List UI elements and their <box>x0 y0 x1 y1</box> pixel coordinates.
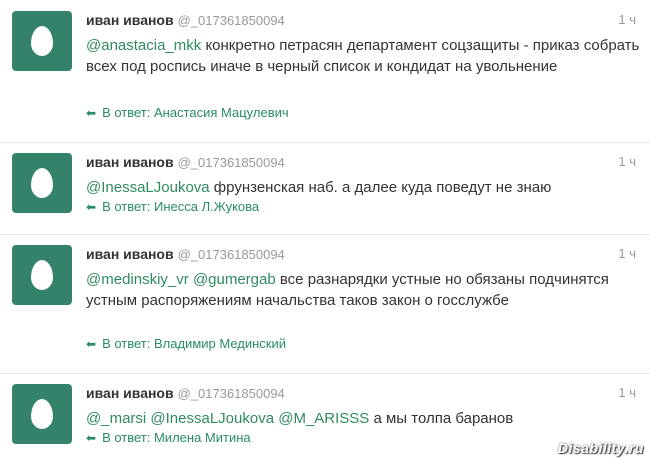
user-name[interactable]: иван иванов <box>86 246 174 262</box>
tweet: иван иванов @_017361850094 1 ч @InessaLJo… <box>0 142 650 235</box>
watermark: Disability.ru <box>557 440 644 456</box>
egg-avatar-icon[interactable] <box>12 153 72 213</box>
reply-arrow-icon: ⬅ <box>86 337 97 351</box>
in-reply-to-link[interactable]: ⬅ В ответ: Владимир Мединский <box>86 336 286 352</box>
tweet-text: @anastacia_mkk конкретно петрасян департ… <box>86 35 641 77</box>
mention-link[interactable]: @_marsi <box>86 410 146 427</box>
reply-label[interactable]: В ответ: Милена Митина <box>102 430 251 446</box>
mention-link[interactable]: @anastacia_mkk <box>86 37 201 54</box>
tweet-header: иван иванов @_017361850094 <box>86 246 285 263</box>
tweet-header: иван иванов @_017361850094 <box>86 12 285 29</box>
user-handle[interactable]: @_017361850094 <box>178 386 285 401</box>
in-reply-to-link[interactable]: ⬅ В ответ: Инесса Л.Жукова <box>86 199 259 215</box>
tweet: иван иванов @_017361850094 1 ч @medinskiy… <box>0 234 650 374</box>
timestamp[interactable]: 1 ч <box>618 385 636 401</box>
mention-link[interactable]: @M_ARISSS <box>278 410 369 427</box>
user-name[interactable]: иван иванов <box>86 385 174 401</box>
tweet-body: а мы толпа баранов <box>369 410 514 427</box>
tweet-body: фрунзенская наб. а далее куда поведут не… <box>209 179 552 196</box>
tweet-text: @InessaLJoukova фрунзенская наб. а далее… <box>86 177 641 198</box>
tweet-text: @_marsi @InessaLJoukova @M_ARISSS а мы т… <box>86 408 641 429</box>
user-name[interactable]: иван иванов <box>86 12 174 28</box>
reply-arrow-icon: ⬅ <box>86 200 97 214</box>
user-handle[interactable]: @_017361850094 <box>178 247 285 262</box>
mention-link[interactable]: @gumergab <box>193 271 276 288</box>
mention-link[interactable]: @medinskiy_vr <box>86 271 189 288</box>
egg-avatar-icon[interactable] <box>12 11 72 71</box>
reply-arrow-icon: ⬅ <box>86 431 97 445</box>
timestamp[interactable]: 1 ч <box>618 12 636 28</box>
reply-label[interactable]: В ответ: Владимир Мединский <box>102 336 286 352</box>
in-reply-to-link[interactable]: ⬅ В ответ: Анастасия Мацулевич <box>86 105 289 121</box>
reply-label[interactable]: В ответ: Анастасия Мацулевич <box>102 105 289 121</box>
tweet-text: @medinskiy_vr @gumergab все разнарядки у… <box>86 269 641 311</box>
reply-label[interactable]: В ответ: Инесса Л.Жукова <box>102 199 259 215</box>
egg-avatar-icon[interactable] <box>12 245 72 305</box>
user-handle[interactable]: @_017361850094 <box>178 155 285 170</box>
mention-link[interactable]: @InessaLJoukova <box>150 410 274 427</box>
in-reply-to-link[interactable]: ⬅ В ответ: Милена Митина <box>86 430 251 446</box>
tweet: иван иванов @_017361850094 1 ч @anastacia… <box>0 0 650 143</box>
reply-arrow-icon: ⬅ <box>86 106 97 120</box>
tweet-header: иван иванов @_017361850094 <box>86 154 285 171</box>
user-name[interactable]: иван иванов <box>86 154 174 170</box>
timestamp[interactable]: 1 ч <box>618 154 636 170</box>
tweet: иван иванов @_017361850094 1 ч @_marsi @I… <box>0 373 650 459</box>
user-handle[interactable]: @_017361850094 <box>178 13 285 28</box>
egg-avatar-icon[interactable] <box>12 384 72 444</box>
timestamp[interactable]: 1 ч <box>618 246 636 262</box>
mention-link[interactable]: @InessaLJoukova <box>86 179 210 196</box>
tweet-header: иван иванов @_017361850094 <box>86 385 285 402</box>
